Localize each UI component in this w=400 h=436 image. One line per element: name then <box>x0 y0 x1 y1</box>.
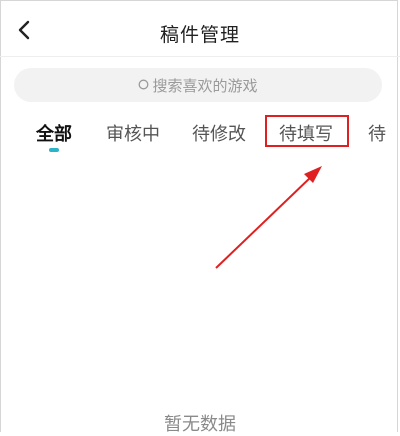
tab-more-partial[interactable]: 待 <box>368 120 386 146</box>
tab-under-review[interactable]: 审核中 <box>106 120 160 146</box>
screen-frame <box>0 0 398 432</box>
active-tab-indicator <box>49 148 59 152</box>
tab-to-revise[interactable]: 待修改 <box>192 120 246 146</box>
top-nav-bar: 稿件管理 <box>0 0 400 57</box>
empty-state-text: 暂无数据 <box>164 414 236 435</box>
search-icon <box>139 79 149 90</box>
annotation-highlight-box <box>265 115 349 147</box>
page-title: 稿件管理 <box>159 24 240 46</box>
search-placeholder: 搜索喜欢的游戏 <box>152 76 258 95</box>
search-input[interactable]: 搜索喜欢的游戏 <box>14 68 382 102</box>
tab-all[interactable]: 全部 <box>36 120 72 146</box>
